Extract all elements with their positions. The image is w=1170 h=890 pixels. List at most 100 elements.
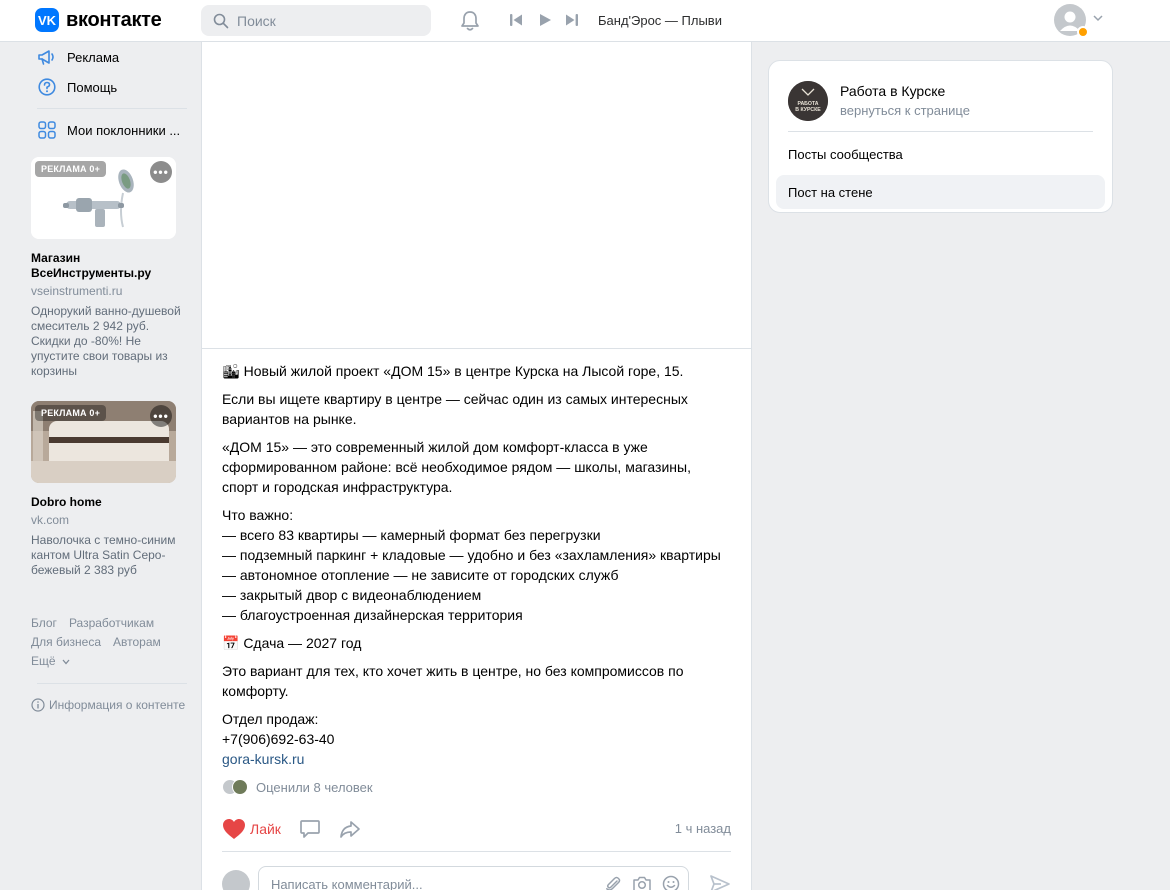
paperclip-icon[interactable] — [604, 875, 622, 890]
vk-logo-text: вконтакте — [66, 8, 162, 31]
share-icon — [340, 821, 360, 838]
sidebar-item-label: Реклама — [67, 49, 120, 65]
post-card: 🏙 Новый жилой проект «ДОМ 15» в центре К… — [201, 42, 752, 890]
player-track-title[interactable]: Банд'Эрос — Плыви — [598, 13, 722, 28]
like-button[interactable]: Лайк — [222, 818, 281, 840]
ad-domain[interactable]: vseinstrumenti.ru — [31, 284, 191, 298]
post-list-item: — благоустроенная дизайнерская территори… — [222, 607, 523, 623]
search-input[interactable] — [237, 12, 417, 29]
heart-icon — [223, 819, 245, 839]
post-sales-title: Отдел продаж: — [222, 711, 319, 727]
info-icon — [31, 698, 45, 712]
top-header: VK вконтакте Банд'Эрос — Плыви — [0, 0, 1170, 42]
share-button[interactable] — [339, 819, 361, 839]
ad-image[interactable]: РЕКЛАМА 0+ ••• — [31, 401, 176, 483]
post-sales-block: Отдел продаж: +7(906)692-63-40 gora-kurs… — [222, 709, 731, 769]
post-media-area[interactable] — [202, 42, 751, 349]
ad-text: Наволочка с темно-синим кантом Ultra Sat… — [31, 533, 176, 577]
footer-link-business[interactable]: Для бизнеса — [31, 635, 101, 649]
group-header[interactable]: РАБОТА В КУРСКЕ Работа в Курске вернутьс… — [769, 61, 1112, 127]
menu-item-wall-post[interactable]: Пост на стене — [776, 175, 1105, 209]
post-list-item: — всего 83 квартиры — камерный формат бе… — [222, 527, 601, 543]
comment-composer: Написать комментарий... — [202, 852, 751, 890]
post-paragraph: Если вы ищете квартиру в центре — сейчас… — [222, 391, 688, 427]
info-content-label: Информация о контенте — [49, 698, 186, 712]
post-list-item: — автономное отопление — не зависите от … — [222, 567, 619, 583]
menu-item-label: Пост на стене — [788, 184, 873, 200]
sidebar-item-ads[interactable]: Реклама — [31, 42, 191, 72]
post-closing: Это вариант для тех, кто хочет жить в це… — [222, 663, 684, 699]
post-text: 🏙 Новый жилой проект «ДОМ 15» в центре К… — [202, 349, 751, 769]
smile-icon[interactable] — [662, 875, 680, 890]
help-circle-icon — [37, 77, 57, 97]
menu-item-community-posts[interactable]: Посты сообщества — [776, 137, 1105, 171]
vk-logo[interactable]: VK вконтакте — [35, 8, 162, 32]
post-paragraph: 🏙 Новый жилой проект «ДОМ 15» в центре К… — [222, 363, 684, 379]
sidebar-item-label: Помощь — [67, 79, 118, 95]
ad-image[interactable]: РЕКЛАМА 0+ ••• — [31, 157, 176, 239]
ad-badge: РЕКЛАМА 0+ — [35, 405, 107, 421]
search-box[interactable] — [201, 5, 431, 36]
bell-icon[interactable] — [460, 10, 480, 32]
previous-track-icon[interactable] — [508, 13, 524, 27]
sidebar-item-label: Мои поклонники ... — [67, 122, 181, 138]
post-time[interactable]: 1 ч назад — [675, 821, 731, 836]
sidebar-divider — [37, 108, 187, 109]
camera-icon[interactable] — [632, 875, 652, 890]
back-to-page-link[interactable]: вернуться к странице — [840, 103, 970, 118]
menu-item-label: Посты сообщества — [788, 146, 903, 162]
likes-count-text: Оценили 8 человек — [256, 779, 373, 795]
ad-badge: РЕКЛАМА 0+ — [35, 161, 107, 177]
panel-divider — [788, 131, 1093, 132]
info-content-link[interactable]: Информация о контенте — [31, 698, 191, 712]
chevron-down-icon — [62, 659, 70, 665]
more-icon[interactable]: ••• — [150, 405, 172, 427]
group-name[interactable]: Работа в Курске — [840, 83, 970, 99]
footer-link-more[interactable]: Ещё — [31, 654, 56, 668]
ad-block[interactable]: РЕКЛАМА 0+ ••• Dobro home vk.com Наволоч… — [31, 401, 191, 578]
play-icon[interactable] — [538, 13, 552, 27]
footer-link-authors[interactable]: Авторам — [113, 635, 161, 649]
post-important-title: Что важно: — [222, 507, 294, 523]
footer-links: Блог Разработчикам Для бизнеса Авторам Ещё — [31, 614, 191, 671]
post-link[interactable]: gora-kursk.ru — [222, 751, 304, 767]
sidebar-item-fans[interactable]: Мои поклонники ... — [31, 115, 191, 145]
sidebar-divider — [37, 683, 187, 684]
chevron-down-icon[interactable] — [1093, 14, 1103, 22]
notification-dot — [1077, 26, 1089, 38]
footer-link-developers[interactable]: Разработчикам — [69, 616, 154, 630]
post-paragraph: «ДОМ 15» — это современный жилой дом ком… — [222, 439, 691, 495]
send-icon[interactable] — [709, 874, 731, 890]
svg-text:В КУРСКЕ: В КУРСКЕ — [795, 107, 821, 113]
group-info: Работа в Курске вернуться к странице — [840, 83, 970, 118]
post-phone: +7(906)692-63-40 — [222, 731, 335, 747]
comment-placeholder: Написать комментарий... — [270, 876, 423, 890]
avatar — [222, 870, 250, 890]
next-track-icon[interactable] — [564, 13, 580, 27]
comment-button[interactable] — [299, 819, 321, 839]
post-list-item: — подземный паркинг + кладовые — удобно … — [222, 547, 721, 563]
more-icon[interactable]: ••• — [150, 161, 172, 183]
user-avatar[interactable] — [1054, 4, 1089, 38]
ad-block[interactable]: РЕКЛАМА 0+ ••• Магазин ВсеИнструменты.ру… — [31, 157, 191, 379]
footer-more[interactable]: Ещё — [31, 652, 191, 671]
post-actions: Лайк 1 ч назад — [202, 807, 751, 851]
sidebar-item-help[interactable]: Помощь — [31, 72, 191, 102]
likes-summary[interactable]: Оценили 8 человек — [202, 779, 751, 795]
left-sidebar: Реклама Помощь Мои поклонники ... РЕКЛАМ… — [31, 42, 191, 712]
ad-title[interactable]: Dobro home — [31, 495, 191, 510]
search-icon — [213, 13, 229, 28]
ad-title[interactable]: Магазин ВсеИнструменты.ру — [31, 251, 191, 281]
comment-input[interactable]: Написать комментарий... — [257, 866, 690, 890]
comment-tools — [604, 875, 680, 890]
group-logo[interactable]: РАБОТА В КУРСКЕ — [788, 80, 828, 121]
liker-avatar — [232, 779, 248, 795]
group-logo-image: РАБОТА В КУРСКЕ — [788, 80, 828, 121]
post-important-block: Что важно: — всего 83 квартиры — камерны… — [222, 505, 731, 625]
footer-link-blog[interactable]: Блог — [31, 616, 57, 630]
post-list-item: — закрытый двор с видеонаблюдением — [222, 587, 482, 603]
megaphone-icon — [37, 47, 57, 67]
apps-grid-icon — [37, 120, 57, 140]
like-label: Лайк — [250, 821, 281, 837]
ad-domain[interactable]: vk.com — [31, 513, 191, 527]
